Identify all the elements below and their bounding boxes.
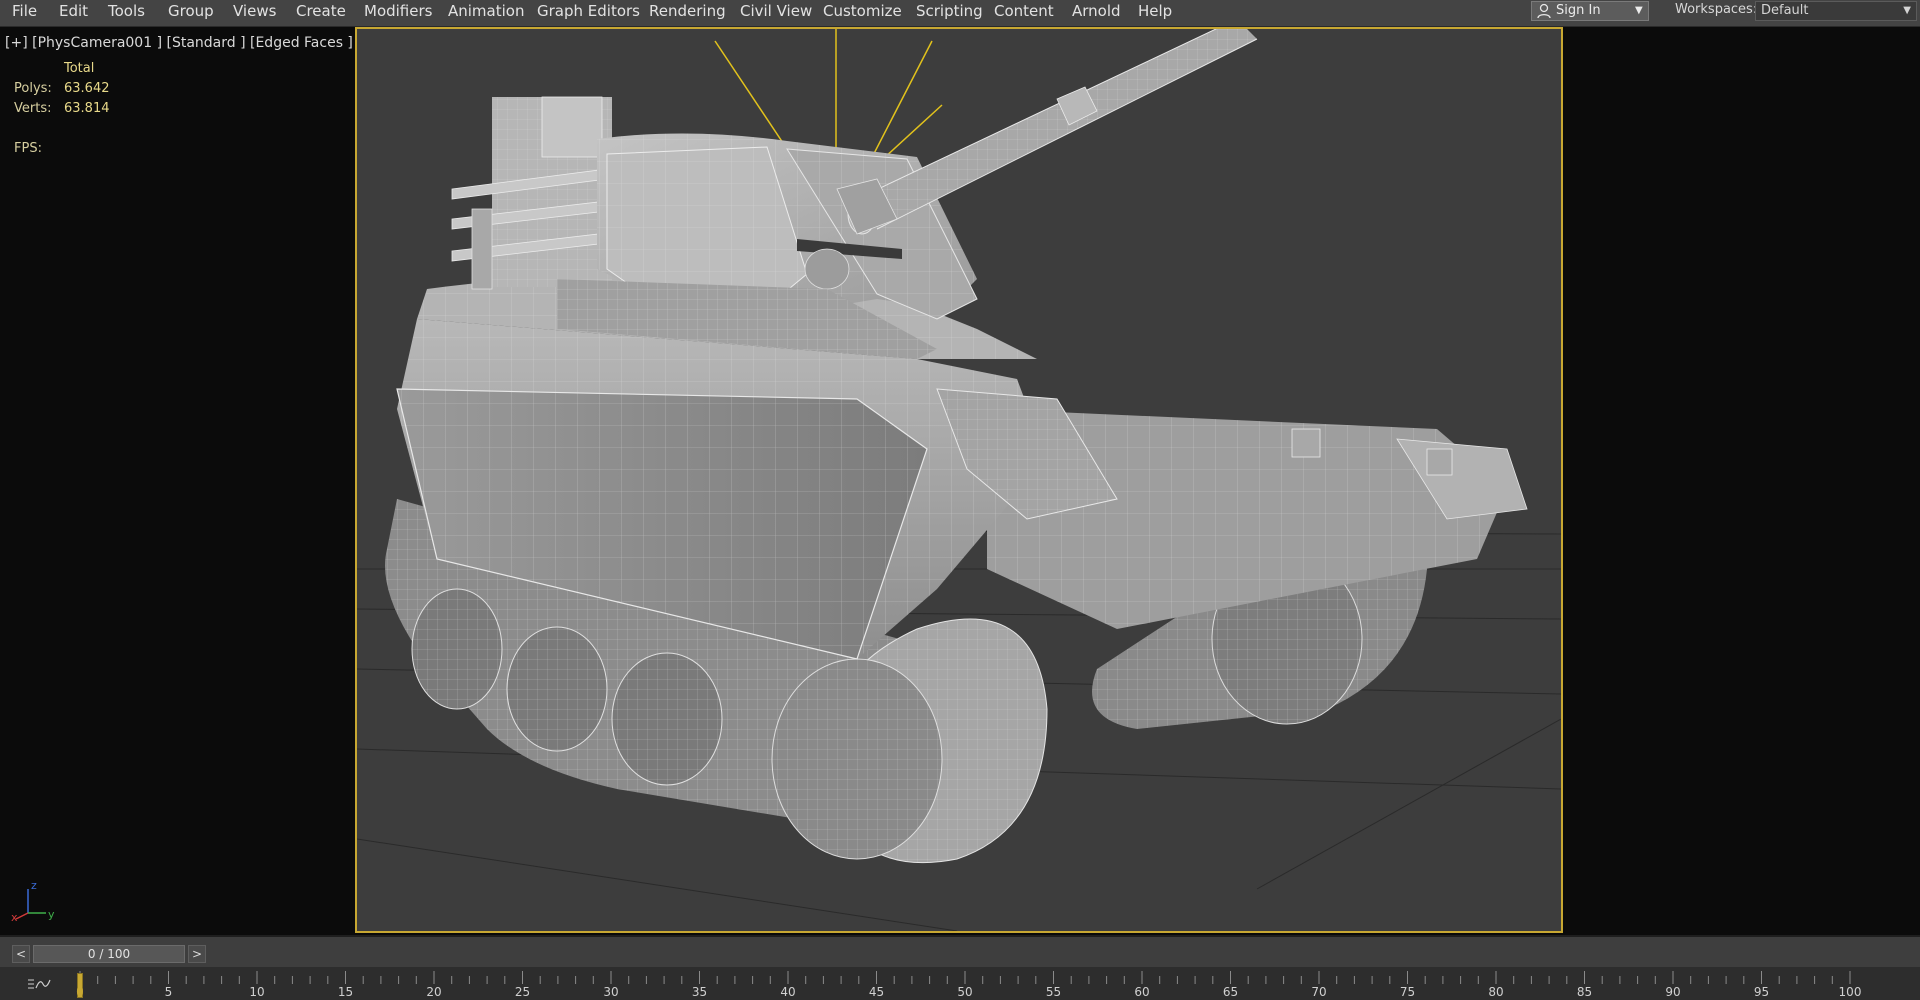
menu-civil-view[interactable]: Civil View <box>740 0 812 26</box>
viewport-canvas[interactable] <box>355 27 1563 933</box>
menu-create[interactable]: Create <box>296 0 346 26</box>
frame-tick-label: 5 <box>164 985 173 999</box>
axis-x-label: x <box>11 911 18 924</box>
viewport-label[interactable]: [+] [PhysCamera001 ] [Standard ] [Edged … <box>5 35 353 51</box>
axis-y-label: y <box>48 908 55 921</box>
axis-gizmo-icon: z x y <box>11 879 55 924</box>
cannon <box>836 29 1258 235</box>
workspaces-label: Workspaces: <box>1675 2 1758 17</box>
frame-tick-label: 70 <box>1311 985 1327 999</box>
prev-frame-button[interactable]: < <box>12 945 30 963</box>
menu-group[interactable]: Group <box>168 0 214 26</box>
frame-tick-label: 85 <box>1576 985 1593 999</box>
frame-tick-label: 15 <box>337 985 354 999</box>
frame-tick-label: 25 <box>514 985 531 999</box>
frame-tick-label: 100 <box>1838 985 1862 999</box>
menu-animation[interactable]: Animation <box>448 0 524 26</box>
menu-file[interactable]: File <box>12 0 37 26</box>
polys-label: Polys: <box>14 81 52 96</box>
frame-tick-label: 45 <box>868 985 885 999</box>
workspaces-dropdown[interactable]: Default ▼ <box>1755 1 1917 21</box>
stats-header: Total <box>64 61 95 76</box>
menu-scripting[interactable]: Scripting <box>916 0 983 26</box>
frame-tick-label: 30 <box>603 985 619 999</box>
menu-graph-editors[interactable]: Graph Editors <box>537 0 640 26</box>
chevron-down-icon: ▼ <box>1903 5 1911 16</box>
frame-tick-label: 80 <box>1488 985 1504 999</box>
frame-tick-label: 75 <box>1399 985 1416 999</box>
menu-arnold[interactable]: Arnold <box>1072 0 1121 26</box>
frame-tick-label: 60 <box>1134 985 1150 999</box>
frame-tick-label: 95 <box>1753 985 1770 999</box>
frame-tick-label: 20 <box>426 985 442 999</box>
curve-editor-icon[interactable] <box>26 976 52 992</box>
axis-z-label: z <box>31 879 37 892</box>
menu-customize[interactable]: Customize <box>823 0 902 26</box>
tank-model <box>357 29 1561 931</box>
menu-help[interactable]: Help <box>1138 0 1172 26</box>
timeline: < 0 / 100 > 0 5 10 15 20 25 30 35 40 45 50 55 60 65 70… <box>0 935 1920 1000</box>
sign-in-label: Sign In <box>1556 3 1601 18</box>
menu-rendering[interactable]: Rendering <box>649 0 726 26</box>
user-icon <box>1537 3 1551 19</box>
menu-content[interactable]: Content <box>994 0 1054 26</box>
menu-views[interactable]: Views <box>233 0 276 26</box>
frame-tick-label: 0 <box>76 985 84 999</box>
frame-tick-label: 10 <box>249 985 265 999</box>
menu-bar: File Edit Tools Group Views Create Modif… <box>0 0 1920 27</box>
frame-tick-label: 65 <box>1222 985 1239 999</box>
menu-modifiers[interactable]: Modifiers <box>364 0 432 26</box>
frame-tick-label: 40 <box>780 985 796 999</box>
frame-tick-label: 50 <box>957 985 973 999</box>
polys-value: 63.642 <box>64 81 110 96</box>
next-frame-button[interactable]: > <box>188 945 206 963</box>
time-slider[interactable]: 0 / 100 <box>33 945 185 963</box>
exhaust-rack <box>451 96 612 290</box>
left-viewport-panel[interactable]: [+] [PhysCamera001 ] [Standard ] [Edged … <box>0 27 355 935</box>
menu-tools[interactable]: Tools <box>108 0 145 26</box>
frame-tick-label: 90 <box>1665 985 1681 999</box>
frame-tick-label: 55 <box>1045 985 1062 999</box>
chevron-down-icon: ▼ <box>1635 5 1643 16</box>
sign-in-button[interactable]: Sign In ▼ <box>1531 1 1649 21</box>
fps-label: FPS: <box>14 141 42 156</box>
frame-tick-label: 35 <box>691 985 708 999</box>
verts-value: 63.814 <box>64 101 110 116</box>
menu-edit[interactable]: Edit <box>59 0 88 26</box>
right-viewport-panel[interactable] <box>1565 27 1920 935</box>
workspaces-value: Default <box>1761 3 1809 18</box>
verts-label: Verts: <box>14 101 52 116</box>
